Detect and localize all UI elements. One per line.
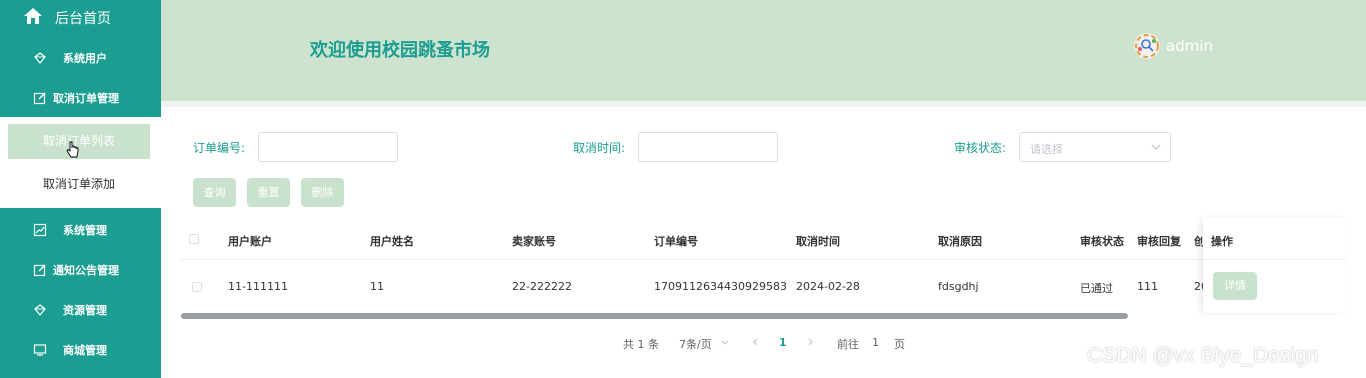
th-user-name: 用户姓名: [370, 235, 414, 248]
pagination-current-page[interactable]: 1: [779, 336, 787, 349]
sidebar-home[interactable]: 后台首页: [0, 0, 161, 36]
menu-label: 资源管理: [63, 304, 107, 317]
menu-label: 系统用户: [63, 52, 107, 65]
diamond-icon: [34, 304, 46, 316]
th-cancel-time: 取消时间: [796, 235, 840, 248]
cell-seller-account: 22-222222: [512, 280, 572, 293]
chevron-down-icon: [1151, 144, 1161, 150]
order-no-label: 订单编号:: [193, 141, 246, 155]
cancel-time-input[interactable]: [638, 132, 778, 162]
sidebar: 后台首页 系统用户 取消订单管理 取消订单列表 取消订单添加 系统管理 通知公告…: [0, 0, 161, 378]
monitor-icon: [33, 344, 47, 356]
menu-system-users[interactable]: 系统用户: [0, 38, 161, 78]
select-all-checkbox[interactable]: [189, 234, 199, 244]
reset-button[interactable]: 重置: [247, 178, 290, 207]
pagination-page-size[interactable]: 7条/页: [679, 336, 712, 352]
home-label: 后台首页: [55, 11, 111, 27]
menu-cancel-order-mgmt[interactable]: 取消订单管理: [0, 78, 161, 118]
welcome-title: 欢迎使用校园跳蚤市场: [310, 40, 490, 61]
header-divider: [161, 101, 1366, 107]
th-actions: 操作: [1211, 235, 1233, 248]
th-seller-account: 卖家账号: [512, 235, 556, 248]
review-status-select[interactable]: 请选择: [1019, 132, 1171, 162]
username[interactable]: admin: [1166, 37, 1213, 55]
submenu-item-cancel-order-add[interactable]: 取消订单添加: [8, 167, 150, 202]
cell-cancel-time: 2024-02-28: [796, 280, 860, 293]
table-horizontal-scrollbar[interactable]: [181, 313, 1128, 319]
cell-review-reply: 111: [1137, 280, 1158, 293]
edit-icon: [33, 264, 46, 277]
review-status-label: 审核状态:: [954, 141, 1007, 155]
detail-button[interactable]: 详情: [1213, 272, 1257, 300]
query-button[interactable]: 查询: [193, 178, 236, 207]
submenu-cancel-order: 取消订单列表 取消订单添加: [0, 117, 161, 208]
fixed-actions-column: 操作 详情: [1203, 218, 1346, 313]
menu-system-mgmt[interactable]: 系统管理: [0, 210, 161, 250]
page-size-chevron-icon[interactable]: [720, 338, 730, 348]
cancel-time-label: 取消时间:: [573, 141, 626, 155]
cell-user-account: 11-111111: [228, 280, 288, 293]
diamond-icon: [34, 52, 46, 64]
th-user-account: 用户账户: [228, 235, 272, 248]
watermark-text: CSDN @vx Biye_Design: [1087, 344, 1319, 367]
delete-button[interactable]: 删除: [301, 178, 344, 207]
menu-label: 系统管理: [63, 224, 107, 237]
th-review-status: 审核状态: [1080, 235, 1124, 248]
prev-page-icon[interactable]: [751, 337, 761, 347]
cell-user-name: 11: [370, 280, 384, 293]
menu-label: 通知公告管理: [53, 264, 119, 277]
menu-label: 取消订单管理: [53, 92, 119, 105]
cell-review-status: 已通过: [1080, 282, 1113, 295]
menu-resource-mgmt[interactable]: 资源管理: [0, 290, 161, 330]
select-placeholder: 请选择: [1030, 143, 1063, 156]
cell-order-no: 1709112634430929583: [654, 280, 787, 293]
row-checkbox[interactable]: [192, 282, 202, 292]
pagination-total: 共 1 条: [623, 338, 659, 351]
next-page-icon[interactable]: [805, 337, 815, 347]
avatar[interactable]: [1134, 33, 1160, 59]
pagination-page-suffix: 页: [894, 338, 905, 351]
cell-cancel-reason: fdsgdhj: [938, 280, 979, 293]
menu-notice-mgmt[interactable]: 通知公告管理: [0, 250, 161, 290]
home-icon: [24, 8, 42, 24]
th-cancel-reason: 取消原因: [938, 235, 982, 248]
order-no-input[interactable]: [258, 132, 398, 162]
header-row-divider: [181, 259, 1203, 260]
th-review-reply: 审核回复: [1137, 235, 1181, 248]
menu-label: 商城管理: [63, 344, 107, 357]
pagination-goto-label: 前往: [837, 338, 859, 351]
chart-icon: [33, 223, 47, 237]
edit-icon: [33, 92, 46, 105]
menu-mall-mgmt[interactable]: 商城管理: [0, 330, 161, 370]
pagination-goto-input[interactable]: 1: [872, 336, 879, 349]
hand-cursor-icon: [66, 141, 79, 158]
avatar-icon: [1134, 33, 1160, 59]
actions-divider: [1203, 259, 1346, 260]
th-order-no: 订单编号: [654, 235, 698, 248]
